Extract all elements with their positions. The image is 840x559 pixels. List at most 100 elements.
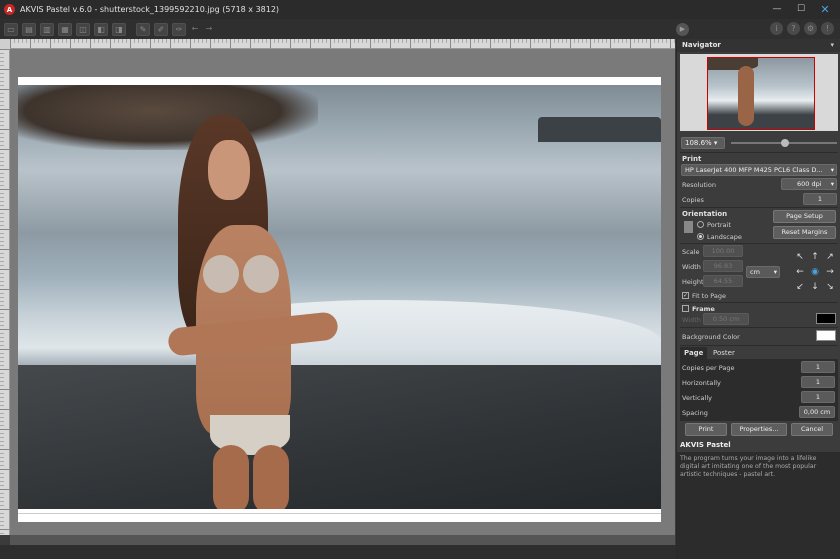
landscape-label: Landscape — [707, 233, 742, 241]
portrait-label: Portrait — [707, 221, 731, 229]
scale-label: Scale — [682, 248, 700, 256]
alignment-arrows: ↖ ↑ ↗ ← ◉ → ↙ ↓ ↘ — [794, 251, 836, 293]
frame-width-input[interactable]: 0.50 cm — [703, 313, 749, 325]
spacing-label: Spacing — [682, 409, 708, 417]
batch-icon[interactable]: ▥ — [40, 22, 54, 36]
align-left-icon[interactable]: ← — [794, 266, 806, 278]
align-top-left-icon[interactable]: ↖ — [794, 251, 806, 263]
align-right-icon[interactable]: → — [824, 266, 836, 278]
resolution-select[interactable]: 600 dpi ▾ — [781, 178, 837, 190]
unit-select[interactable]: cm ▾ — [746, 266, 780, 278]
zoom-dropdown[interactable]: 108.6% ▾ — [681, 137, 725, 149]
save-icon[interactable]: ▤ — [22, 22, 36, 36]
navigator-title: Navigator — [682, 41, 721, 49]
vertically-label: Vertically — [682, 394, 712, 402]
tab-poster[interactable]: Poster — [709, 347, 739, 359]
horizontally-input[interactable]: 1 — [801, 376, 835, 388]
notification-icon[interactable]: ! — [821, 22, 834, 35]
zoom-slider-handle[interactable] — [781, 139, 789, 147]
properties-button[interactable]: Properties... — [731, 423, 787, 436]
background-color-swatch[interactable] — [816, 330, 836, 341]
akvis-logo-icon: A — [4, 4, 15, 15]
settings-icon[interactable]: ◨ — [112, 22, 126, 36]
divider — [680, 207, 838, 208]
align-center-icon[interactable]: ◉ — [809, 266, 821, 278]
spacing-input[interactable]: 0,00 cm — [799, 406, 835, 418]
orientation-label: Orientation — [682, 210, 728, 218]
navigator-preview[interactable] — [680, 54, 838, 131]
width-input[interactable]: 96.83 — [703, 260, 743, 272]
settings-panel: Navigator ▾ 108.6% ▾ Print HP LaserJet 4… — [676, 39, 840, 559]
tab-page[interactable]: Page — [680, 347, 708, 359]
history-icon[interactable]: ✑ — [172, 22, 186, 36]
divider — [680, 302, 838, 303]
copies-input[interactable]: 1 — [803, 193, 837, 205]
image-figure — [158, 115, 339, 509]
description-text: The program turns your image into a life… — [677, 452, 840, 559]
minimize-button[interactable]: — — [766, 2, 788, 17]
print-button[interactable]: Print — [685, 423, 727, 436]
align-bottom-left-icon[interactable]: ↙ — [794, 281, 806, 293]
portrait-radio[interactable] — [697, 221, 704, 228]
status-bar — [0, 545, 676, 559]
fit-to-page-label: Fit to Page — [692, 292, 727, 300]
print-section-label: Print — [682, 155, 702, 163]
ruler-corner — [0, 39, 10, 49]
brush-icon[interactable]: ✎ — [136, 22, 150, 36]
redo-icon[interactable]: → — [204, 23, 214, 36]
undo-icon[interactable]: ← — [190, 23, 200, 36]
height-label: Height — [682, 278, 704, 286]
divider — [680, 243, 838, 244]
align-bottom-right-icon[interactable]: ↘ — [824, 281, 836, 293]
navigator-thumbnail[interactable] — [707, 57, 815, 130]
share-icon[interactable]: ◧ — [94, 22, 108, 36]
print-page — [18, 77, 661, 522]
description-title: AKVIS Pastel — [677, 439, 840, 451]
gear-icon[interactable]: ⚙ — [804, 22, 817, 35]
pastel-image — [18, 85, 661, 509]
resolution-label: Resolution — [682, 181, 716, 189]
reset-margins-button[interactable]: Reset Margins — [773, 226, 836, 239]
help-icon[interactable]: ? — [787, 22, 800, 35]
ruler-vertical — [0, 49, 10, 535]
image-distant-rock — [538, 117, 661, 142]
frame-checkbox[interactable] — [682, 305, 689, 312]
export-icon[interactable]: ◫ — [76, 22, 90, 36]
height-input[interactable]: 64.55 — [703, 275, 743, 287]
navigator-header: Navigator — [677, 39, 840, 52]
page-orientation-icon — [684, 221, 693, 233]
copies-per-page-input[interactable]: 1 — [801, 361, 835, 373]
collapse-icon[interactable]: ▾ — [830, 41, 834, 49]
image-sand — [18, 365, 661, 509]
horizontal-scrollbar[interactable] — [10, 535, 675, 545]
printer-select[interactable]: HP LaserJet 400 MFP M425 PCL6 Class D...… — [681, 164, 837, 176]
frame-color-swatch[interactable] — [816, 313, 836, 324]
align-top-right-icon[interactable]: ↗ — [824, 251, 836, 263]
maximize-button[interactable]: ☐ — [790, 2, 812, 17]
align-bottom-icon[interactable]: ↓ — [809, 281, 821, 293]
run-icon[interactable]: ▶ — [676, 23, 689, 36]
background-color-label: Background Color — [682, 333, 740, 341]
cancel-button[interactable]: Cancel — [791, 423, 833, 436]
ruler-horizontal — [10, 39, 675, 49]
info-icon[interactable]: i — [770, 22, 783, 35]
fit-to-page-checkbox[interactable]: ✓ — [682, 292, 689, 299]
print-icon[interactable]: ▦ — [58, 22, 72, 36]
close-button[interactable]: ✕ — [814, 2, 836, 17]
canvas-area[interactable] — [10, 49, 675, 535]
divider — [680, 152, 838, 153]
vertically-input[interactable]: 1 — [801, 391, 835, 403]
window-title: AKVIS Pastel v.6.0 - shutterstock_139959… — [20, 5, 280, 14]
scale-input[interactable]: 100.00 — [703, 245, 743, 257]
zoom-row: 108.6% ▾ — [681, 137, 837, 149]
divider — [680, 327, 838, 328]
landscape-radio[interactable] — [697, 233, 704, 240]
eraser-icon[interactable]: ✐ — [154, 22, 168, 36]
frame-label: Frame — [692, 305, 715, 313]
frame-width-label: Width — [682, 316, 701, 324]
open-icon[interactable]: ▭ — [4, 22, 18, 36]
align-top-icon[interactable]: ↑ — [809, 251, 821, 263]
width-label: Width — [682, 263, 701, 271]
app-window: A AKVIS Pastel v.6.0 - shutterstock_1399… — [0, 0, 840, 559]
page-setup-button[interactable]: Page Setup — [773, 210, 836, 223]
